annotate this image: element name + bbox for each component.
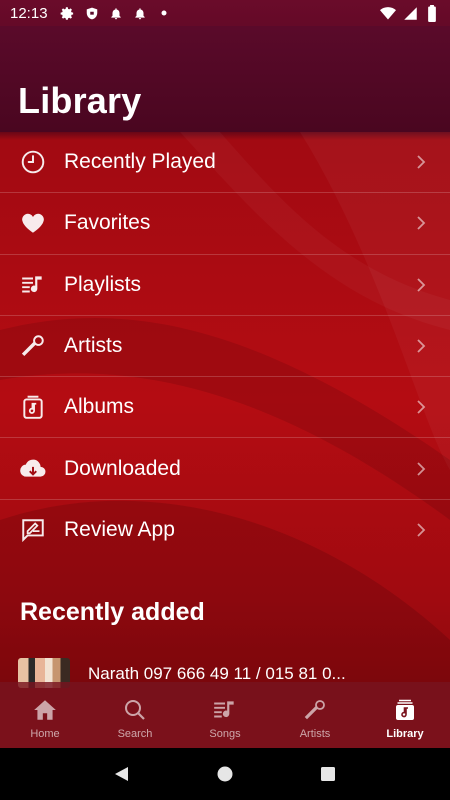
menu-item-downloaded[interactable]: Downloaded: [0, 438, 450, 500]
bell-icon: [132, 5, 148, 21]
chevron-right-icon: [417, 523, 426, 538]
menu-item-review-app[interactable]: Review App: [0, 500, 450, 561]
chevron-right-icon: [417, 400, 426, 414]
library-screen: 12:13 Library Recently Played Favorites …: [0, 0, 450, 800]
bottom-navigation: Home Search Songs Artists Library: [0, 682, 450, 748]
menu-item-albums[interactable]: Albums: [0, 377, 450, 439]
search-icon: [121, 696, 149, 724]
system-navigation-bar: [0, 748, 450, 800]
home-icon: [31, 696, 59, 724]
menu-item-playlists[interactable]: Playlists: [0, 255, 450, 316]
chevron-right-icon: [417, 461, 426, 476]
menu-item-favorites[interactable]: Favorites: [0, 193, 450, 255]
heart-icon: [18, 208, 48, 238]
nav-search[interactable]: Search: [90, 682, 180, 748]
nav-home[interactable]: Home: [0, 682, 90, 748]
album-icon: [18, 392, 48, 422]
nav-label: Home: [30, 728, 60, 740]
recently-added-title: Recently added: [20, 598, 205, 626]
chevron-right-icon: [417, 339, 426, 353]
status-time: 12:13: [10, 4, 48, 22]
recents-icon[interactable]: [316, 762, 340, 786]
dot-icon: [156, 5, 172, 21]
library-icon: [391, 696, 419, 724]
cellular-icon: [402, 5, 418, 21]
menu-item-recently-played[interactable]: Recently Played: [0, 132, 450, 194]
songs-icon: [211, 696, 239, 724]
menu-item-label: Albums: [64, 395, 135, 419]
menu-item-label: Downloaded: [64, 456, 181, 480]
status-bar: 12:13: [0, 0, 450, 26]
review-icon: [18, 515, 48, 545]
chevron-right-icon: [417, 155, 426, 169]
chevron-right-icon: [417, 278, 426, 292]
home-circle-icon[interactable]: [213, 762, 237, 786]
page-title: Library: [18, 80, 142, 121]
microphone-icon: [301, 696, 329, 724]
menu-item-label: Favorites: [64, 211, 151, 235]
bell-icon: [108, 5, 124, 21]
menu-item-artists[interactable]: Artists: [0, 316, 450, 378]
nav-songs[interactable]: Songs: [180, 682, 270, 748]
nav-label: Songs: [209, 728, 241, 740]
chevron-right-icon: [417, 216, 426, 231]
menu-item-label: Artists: [64, 334, 123, 358]
battery-icon: [424, 4, 440, 22]
library-menu: Recently Played Favorites Playlists Arti…: [0, 132, 450, 561]
gear-icon: [60, 5, 76, 21]
microphone-icon: [18, 331, 48, 361]
clock-icon: [18, 147, 48, 177]
nav-artists[interactable]: Artists: [270, 682, 360, 748]
app-header: Library: [0, 26, 450, 132]
back-icon[interactable]: [110, 762, 134, 786]
menu-item-label: Recently Played: [64, 150, 216, 174]
wifi-icon: [380, 5, 396, 21]
shield-icon: [84, 5, 100, 21]
nav-label: Library: [386, 728, 424, 740]
nav-library[interactable]: Library: [360, 682, 450, 748]
song-title: Narath 097 666 49 11 / 015 81 0...: [88, 664, 346, 683]
cloud-download-icon: [18, 454, 48, 484]
nav-label: Artists: [299, 728, 331, 740]
playlist-icon: [18, 270, 48, 300]
menu-item-label: Playlists: [64, 272, 142, 296]
nav-label: Search: [117, 728, 153, 740]
menu-item-label: Review App: [64, 518, 175, 542]
